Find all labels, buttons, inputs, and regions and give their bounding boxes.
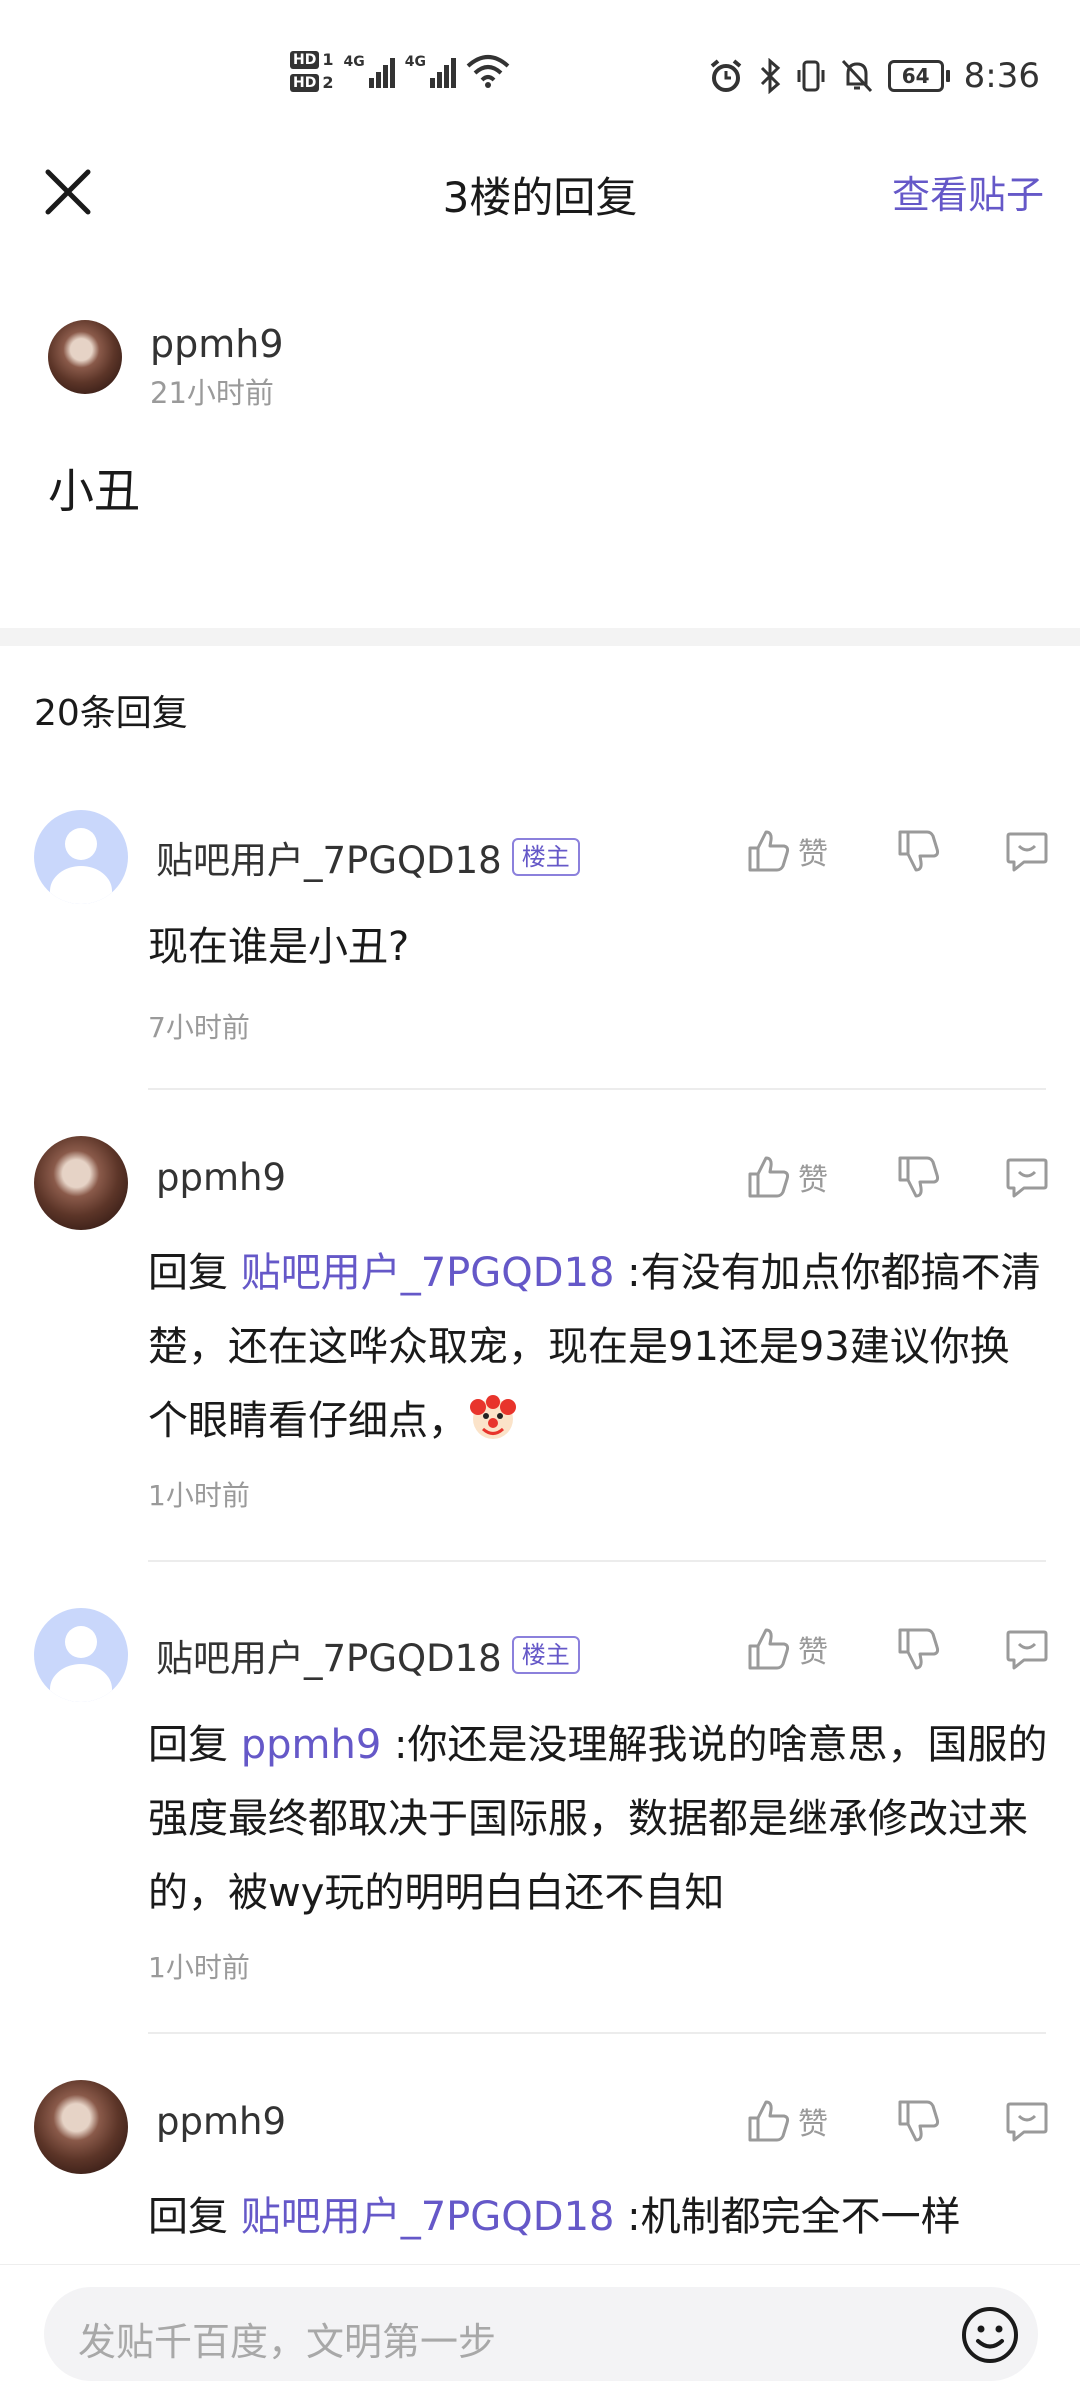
- emoji-icon[interactable]: [960, 2305, 1020, 2365]
- like-label: 赞: [798, 1163, 828, 1198]
- reply-prefix: 回复: [148, 1250, 241, 1296]
- reply-count: 20条回复: [34, 693, 188, 734]
- comment-time: 1小时前: [148, 1479, 250, 1512]
- like-label: 赞: [798, 2107, 828, 2142]
- post-time: 21小时前: [150, 376, 274, 410]
- op-badge: 楼主: [511, 1636, 580, 1674]
- like-label: 赞: [798, 837, 828, 872]
- comment-text: 回复 贴吧用户_7PGQD18 :有没有加点你都搞不清楚，还在这哗众取宠，现在是…: [148, 1236, 1048, 1458]
- comment-body: 现在谁是小丑?: [148, 924, 410, 970]
- thumbs-up-icon: [748, 1156, 790, 1198]
- status-bar: HD 1 HD 2 4G 4G 64 8:36: [0, 0, 1080, 150]
- hd1-num: 1: [322, 50, 334, 69]
- post-content: 小丑: [48, 464, 140, 518]
- thumbs-down-icon[interactable]: [896, 828, 942, 874]
- top-header: 3楼的回复 查看贴子: [0, 150, 1080, 230]
- comment-divider: [148, 1088, 1046, 1090]
- system-indicators: 64 8:36: [708, 56, 1040, 96]
- clown-face-emoji: [470, 1395, 516, 1439]
- comment-author[interactable]: ppmh9: [156, 2100, 286, 2143]
- reply-prefix: 回复: [148, 2194, 241, 2240]
- like-button[interactable]: 赞: [746, 1626, 846, 1672]
- reply-icon[interactable]: [1004, 828, 1050, 874]
- comment-actions: 赞: [746, 1626, 1050, 1672]
- reply-input[interactable]: 发贴千百度，文明第一步: [44, 2287, 1038, 2381]
- like-button[interactable]: 赞: [746, 828, 846, 874]
- avatar[interactable]: [34, 2080, 128, 2174]
- reply-input-bar: 发贴千百度，文明第一步: [0, 2264, 1080, 2400]
- view-post-link[interactable]: 查看贴子: [892, 164, 1044, 219]
- reply-icon[interactable]: [1004, 1154, 1050, 1200]
- hd1-indicator: HD 1: [290, 50, 333, 69]
- comment-text: 现在谁是小丑?: [148, 910, 1048, 984]
- avatar[interactable]: [34, 810, 128, 904]
- signal-icon-sim1: 4G: [343, 54, 395, 88]
- comment-author-name[interactable]: 贴吧用户_7PGQD18: [156, 1628, 502, 1682]
- comment-actions: 赞: [746, 1154, 1050, 1200]
- wifi-icon: [466, 55, 510, 88]
- like-button[interactable]: 赞: [746, 1154, 846, 1200]
- comment-divider: [148, 2032, 1046, 2034]
- comment-actions: 赞: [746, 828, 1050, 874]
- alarm-icon: [710, 59, 741, 92]
- comment-author[interactable]: ppmh9: [156, 1156, 286, 1199]
- thumbs-down-icon[interactable]: [896, 2098, 942, 2144]
- battery-icon: 64: [887, 60, 950, 92]
- vibrate-icon: [797, 60, 825, 92]
- comment-author-name[interactable]: ppmh9: [156, 1156, 286, 1199]
- thumbs-up-icon: [748, 1628, 790, 1670]
- comment-text: 回复 贴吧用户_7PGQD18 :机制都完全不一样: [148, 2180, 1048, 2254]
- comment-text: 回复 ppmh9 :你还是没理解我说的啥意思，国服的强度最终都取决于国际服，数据…: [148, 1708, 1048, 1930]
- comment-author[interactable]: 贴吧用户_7PGQD18 楼主: [156, 830, 580, 884]
- mute-icon: [841, 59, 872, 93]
- comment-author-name[interactable]: ppmh9: [156, 2100, 286, 2143]
- signal-icon-sim2: 4G: [405, 54, 456, 88]
- network-type-2: 4G: [404, 54, 426, 70]
- comment-actions: 赞: [746, 2098, 1050, 2144]
- thumbs-down-icon[interactable]: [896, 1154, 942, 1200]
- avatar[interactable]: [34, 1136, 128, 1230]
- reply-input-placeholder: 发贴千百度，文明第一步: [78, 2320, 497, 2364]
- hd2-num: 2: [322, 73, 334, 92]
- comment-time: 7小时前: [148, 1011, 250, 1044]
- comment-author[interactable]: 贴吧用户_7PGQD18 楼主: [156, 1628, 580, 1682]
- op-badge: 楼主: [511, 838, 580, 876]
- comment-author-name[interactable]: 贴吧用户_7PGQD18: [156, 830, 502, 884]
- reply-prefix: 回复: [148, 1722, 241, 1768]
- mention-link[interactable]: 贴吧用户_7PGQD18: [241, 2194, 615, 2240]
- thumbs-up-icon: [748, 2100, 790, 2142]
- network-type-1: 4G: [343, 54, 365, 70]
- section-divider: [0, 628, 1080, 646]
- clock: 8:36: [963, 56, 1040, 96]
- thumbs-up-icon: [748, 830, 790, 872]
- reply-icon[interactable]: [1004, 2098, 1050, 2144]
- comment-time: 1小时前: [148, 1951, 250, 1984]
- mention-link[interactable]: ppmh9: [241, 1722, 382, 1768]
- like-label: 赞: [798, 1635, 828, 1670]
- thumbs-down-icon[interactable]: [896, 1626, 942, 1672]
- hd1-label: HD: [290, 50, 320, 69]
- mention-link[interactable]: 贴吧用户_7PGQD18: [241, 1250, 615, 1296]
- hd2-label: HD: [290, 73, 320, 92]
- like-button[interactable]: 赞: [746, 2098, 846, 2144]
- reply-icon[interactable]: [1004, 1626, 1050, 1672]
- battery-level: 64: [887, 60, 944, 92]
- network-indicators: HD 1 HD 2 4G 4G: [290, 50, 510, 92]
- hd-indicators: HD 1 HD 2: [290, 50, 333, 92]
- hd2-indicator: HD 2: [290, 73, 333, 92]
- bluetooth-icon: [760, 58, 780, 94]
- avatar[interactable]: [48, 320, 122, 394]
- comment-divider: [148, 1560, 1046, 1562]
- comment-body: :机制都完全不一样: [614, 2194, 961, 2240]
- post-author[interactable]: ppmh9: [150, 322, 284, 366]
- avatar[interactable]: [34, 1608, 128, 1702]
